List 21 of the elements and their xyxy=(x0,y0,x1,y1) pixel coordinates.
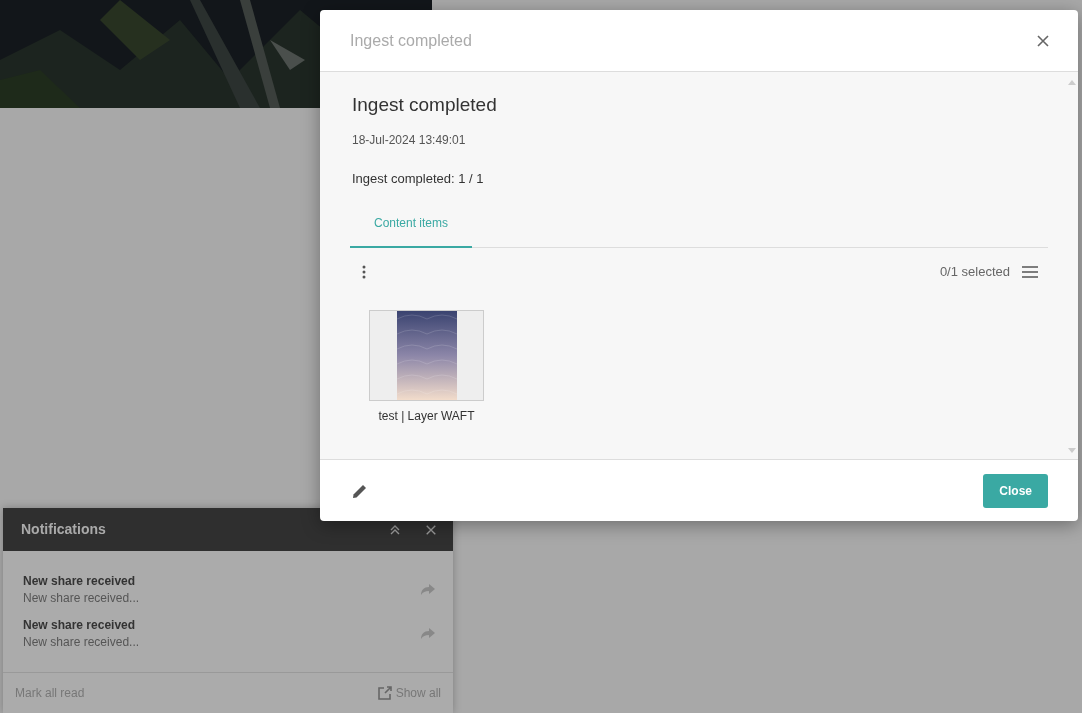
close-icon[interactable] xyxy=(425,523,437,536)
timestamp: 18-Jul-2024 13:49:01 xyxy=(352,131,467,149)
close-icon[interactable] xyxy=(1036,33,1050,48)
notification-text: New share received... xyxy=(23,590,140,607)
summary-text: Ingest completed: 1 / 1 xyxy=(352,169,485,188)
notification-title: New share received xyxy=(23,573,137,590)
panel-title: Notifications xyxy=(21,520,106,539)
heading: Ingest completed xyxy=(352,94,498,117)
double-chevron-up-icon[interactable] xyxy=(389,523,401,536)
pencil-icon[interactable] xyxy=(352,482,368,499)
dialog-title: Ingest completed xyxy=(350,30,472,51)
notification-text: New share received... xyxy=(23,634,140,651)
menu-icon[interactable] xyxy=(1022,266,1038,279)
more-icon[interactable] xyxy=(362,265,366,280)
close-button[interactable]: Close xyxy=(983,473,1048,508)
thumbnail[interactable] xyxy=(369,309,484,401)
selection-count: 0/1 selected xyxy=(939,263,1010,282)
external-link-icon xyxy=(377,686,392,700)
notification-title: New share received xyxy=(23,617,137,634)
tab[interactable]: Content items xyxy=(350,202,473,249)
item-caption: test | Layer WAFT xyxy=(378,407,475,425)
